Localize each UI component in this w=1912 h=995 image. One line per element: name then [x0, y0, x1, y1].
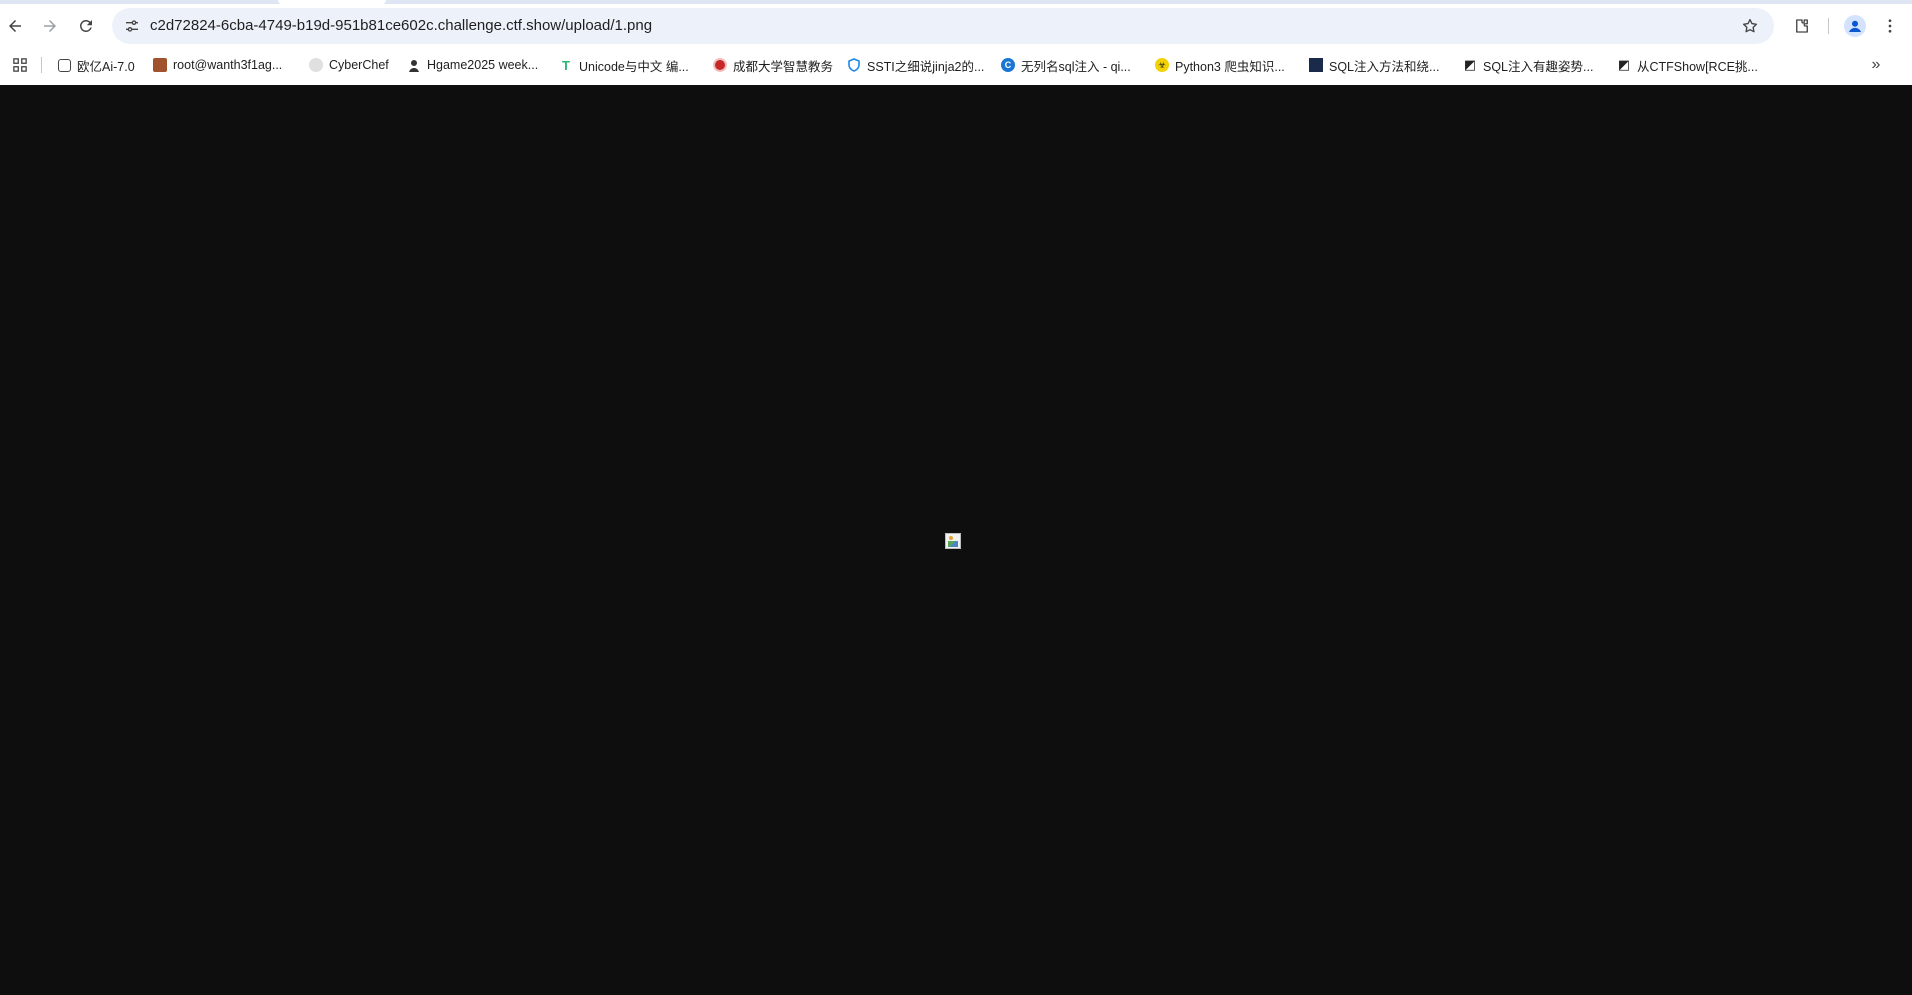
biohazard-icon: ☣	[1155, 58, 1169, 72]
bookmark-item[interactable]: T Unicode与中文 编...	[559, 54, 689, 76]
avatar	[1844, 15, 1866, 37]
kebab-menu-icon	[1888, 19, 1892, 33]
page-viewport	[0, 85, 1912, 995]
arrow-left-icon	[9, 20, 21, 32]
menu-button[interactable]	[1876, 12, 1904, 40]
person-icon	[407, 58, 421, 72]
bookmark-item[interactable]: SSTI之细说jinja2的...	[847, 54, 984, 76]
bookmark-label: CyberChef	[329, 58, 389, 72]
bookmark-star-icon[interactable]	[1740, 16, 1760, 36]
back-button[interactable]	[1, 12, 29, 40]
active-tab-edge[interactable]	[278, 0, 386, 4]
university-seal-icon	[713, 58, 727, 72]
bookmark-item[interactable]: 成都大学智慧教务	[713, 54, 833, 76]
arrow-right-icon	[44, 20, 56, 32]
bookmark-item[interactable]: Hgame2025 week...	[407, 54, 538, 76]
bookmark-label: SSTI之细说jinja2的...	[867, 59, 985, 74]
reload-button[interactable]	[72, 12, 100, 40]
bookmark-item[interactable]: ☣ Python3 爬虫知识...	[1155, 54, 1285, 76]
slash-logo-icon: ◩	[1617, 57, 1631, 72]
bookmark-item[interactable]: 欧亿Ai-7.0	[58, 54, 135, 76]
forward-button[interactable]	[36, 12, 64, 40]
puzzle-icon	[1796, 19, 1808, 33]
chat-bubble-icon	[58, 58, 71, 72]
bookmark-item[interactable]: root@wanth3f1ag...	[153, 54, 282, 76]
bookmark-label: 从CTFShow[RCE挑...	[1637, 59, 1758, 74]
bookmarks-bar: 欧亿Ai-7.0 root@wanth3f1ag... CyberChef Hg…	[0, 51, 1912, 79]
bookmark-label: 欧亿Ai-7.0	[77, 59, 135, 74]
chef-hat-icon	[309, 58, 323, 72]
address-bar[interactable]: c2d72824-6cba-4749-b19d-951b81ce602c.cha…	[112, 8, 1774, 44]
apps-grid-icon[interactable]	[10, 55, 30, 75]
site-info-icon[interactable]	[122, 16, 142, 36]
person-icon	[1849, 20, 1861, 32]
bookmark-item[interactable]: ◩ SQL注入有趣姿势...	[1463, 54, 1594, 76]
bookmark-item[interactable]: C 无列名sql注入 - qi...	[1001, 54, 1131, 76]
extensions-button[interactable]	[1788, 12, 1816, 40]
bookmark-label: Hgame2025 week...	[427, 58, 539, 72]
tab-strip	[0, 0, 1912, 4]
toolbar-divider	[1828, 18, 1829, 34]
broken-image-icon	[945, 533, 961, 549]
url-text[interactable]: c2d72824-6cba-4749-b19d-951b81ce602c.cha…	[150, 17, 652, 34]
browser-chrome: c2d72824-6cba-4749-b19d-951b81ce602c.cha…	[0, 0, 1912, 85]
site-thumbnail-icon	[1309, 58, 1323, 72]
reload-icon	[79, 19, 92, 32]
toolbar: c2d72824-6cba-4749-b19d-951b81ce602c.cha…	[0, 8, 1912, 44]
bookmark-item[interactable]: CyberChef	[309, 54, 389, 76]
chevron-double-right-icon[interactable]: »	[1866, 55, 1886, 75]
bookmark-label: 成都大学智慧教务	[733, 59, 834, 74]
bookmark-label: SQL注入方法和绕...	[1329, 59, 1440, 74]
bookmark-item[interactable]: ◩ 从CTFShow[RCE挑...	[1617, 54, 1758, 76]
bookmark-label: SQL注入有趣姿势...	[1483, 59, 1594, 74]
bookmark-label: 无列名sql注入 - qi...	[1021, 59, 1131, 74]
avatar-icon	[153, 58, 167, 72]
bookmark-item[interactable]: SQL注入方法和绕...	[1309, 54, 1439, 76]
bookmark-label: Unicode与中文 编...	[579, 59, 689, 74]
bookmarks-divider	[41, 57, 42, 73]
t-logo-icon: T	[562, 57, 570, 73]
c-logo-icon: C	[1001, 58, 1015, 72]
bookmark-label: Python3 爬虫知识...	[1175, 59, 1285, 74]
bookmark-label: root@wanth3f1ag...	[173, 58, 283, 72]
slash-logo-icon: ◩	[1463, 57, 1477, 72]
profile-button[interactable]	[1841, 12, 1869, 40]
shield-icon	[847, 58, 861, 72]
